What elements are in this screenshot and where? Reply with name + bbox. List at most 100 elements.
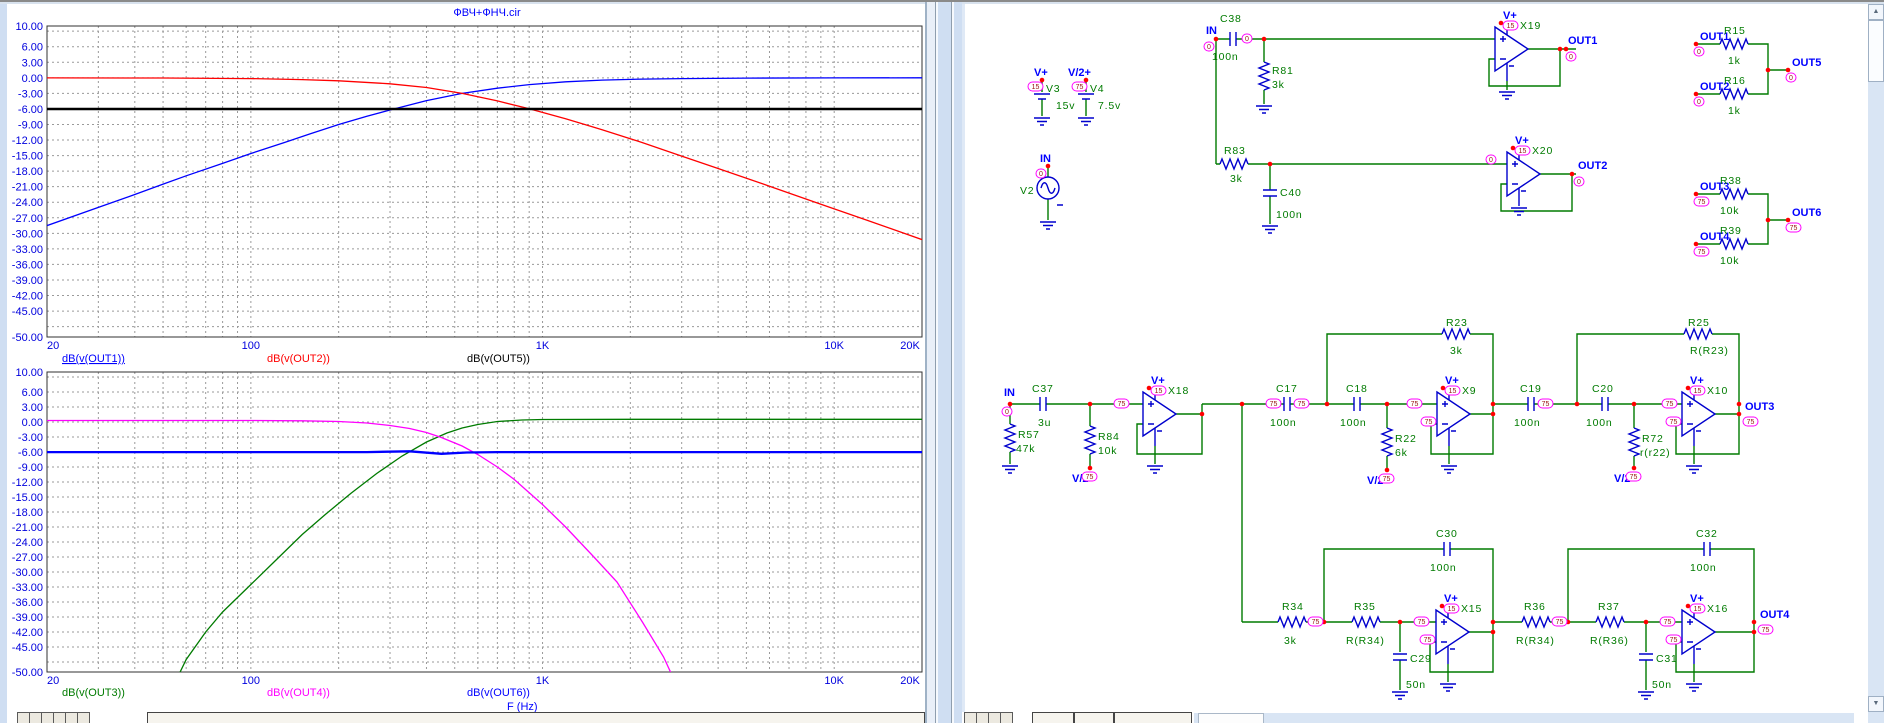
resistor-R22[interactable]: R22 6k: [1381, 427, 1417, 459]
opamp-X20[interactable]: V+ X20: [1506, 135, 1553, 207]
plot-hscrollbar[interactable]: [147, 712, 925, 723]
node-label-out2[interactable]: OUT2: [1578, 160, 1607, 172]
component-name: R34: [1282, 601, 1304, 613]
resistor-R57[interactable]: R57 47k: [1004, 423, 1040, 455]
ground-symbols: [1001, 91, 1703, 700]
capacitor-C30[interactable]: C30 100n: [1430, 528, 1458, 574]
legend-dB(v(OUT6))[interactable]: dB(v(OUT6)): [467, 687, 530, 699]
y-axis-labels: 10.00 6.00 3.00 0.00 -3.00 -6.00 -9.00 -12.00 -1…: [12, 367, 43, 679]
svg-text:0: 0: [1489, 157, 1493, 164]
schematic-page-tab[interactable]: [1032, 712, 1074, 723]
micro-cap-workspace: 10.00 6.00 3.00 0.00 -3.00 -6.00 -9.00 -12.00 -1…: [0, 0, 1884, 723]
x-axis-labels: 20 100 1K 10K 20K: [47, 340, 920, 352]
schematic-canvas[interactable]: V+ V3 15v V/2+ V4 7.5v IN V2 C38 100n IN…: [962, 4, 1868, 714]
resistor-R37[interactable]: R37 R(R36): [1590, 601, 1629, 647]
opamp-X18[interactable]: V+ X18: [1142, 375, 1189, 447]
svg-text:75: 75: [1666, 401, 1674, 408]
opamp-X19[interactable]: V+ X19: [1494, 10, 1541, 82]
schematic-bottom-bar: [962, 712, 1884, 723]
capacitor-C18[interactable]: C18 100n: [1340, 383, 1368, 429]
component-value: 3k: [1450, 345, 1463, 357]
legend-dB(v(OUT4))[interactable]: dB(v(OUT4)): [267, 687, 330, 699]
resistor-R16[interactable]: R16 1k: [1719, 75, 1749, 117]
svg-text:10.00: 10.00: [15, 367, 43, 379]
component-value: R(R36): [1590, 635, 1629, 647]
opamp-X15[interactable]: V+ X15: [1435, 593, 1482, 665]
legend-dB(v(OUT1))[interactable]: dB(v(OUT1)): [62, 353, 125, 365]
component-name: R84: [1098, 431, 1120, 443]
sine-source-V2[interactable]: IN V2: [1020, 153, 1063, 206]
legend-dB(v(OUT5))[interactable]: dB(v(OUT5)): [467, 353, 530, 365]
resistor-R83[interactable]: R83 3k: [1219, 145, 1249, 185]
node-label-out6[interactable]: OUT6: [1792, 207, 1821, 219]
capacitor-C31[interactable]: C31 50n: [1638, 653, 1678, 691]
resistor-symbol: [1258, 61, 1270, 91]
plot-scroll-button[interactable]: [77, 712, 90, 723]
capacitor-C19[interactable]: C19 100n: [1514, 383, 1542, 429]
resistor-R39[interactable]: R39 10k: [1719, 225, 1749, 267]
node-label-out1[interactable]: OUT1: [1568, 35, 1597, 47]
component-value: 100n: [1212, 51, 1239, 63]
legend-dB(v(OUT3))[interactable]: dB(v(OUT3)): [62, 687, 125, 699]
resistor-R72[interactable]: R72 r(r22): [1628, 427, 1670, 459]
window-splitter[interactable]: [925, 2, 962, 723]
resistor-symbol: [1084, 425, 1096, 455]
scroll-down-icon[interactable]: ▼: [1868, 696, 1884, 712]
svg-text:15: 15: [1155, 388, 1163, 395]
node-label-out5[interactable]: OUT5: [1792, 57, 1821, 69]
schematic-scroll-button[interactable]: [1000, 712, 1013, 723]
svg-text:1K: 1K: [536, 675, 550, 687]
resistor-R84[interactable]: R84 10k: [1084, 425, 1120, 457]
svg-text:10K: 10K: [824, 340, 844, 352]
svg-text:15: 15: [1507, 23, 1515, 30]
svg-text:20K: 20K: [900, 675, 920, 687]
component-name: V2: [1020, 185, 1034, 197]
svg-text:75: 75: [1670, 637, 1678, 644]
svg-text:-33.00: -33.00: [12, 582, 43, 594]
schematic-page-tab[interactable]: [1114, 712, 1192, 723]
component-value: 1k: [1728, 105, 1741, 117]
capacitor-C40[interactable]: C40 100n: [1262, 187, 1303, 221]
svg-text:75: 75: [1664, 619, 1672, 626]
resistor-R81[interactable]: R81 3k: [1258, 61, 1294, 91]
svg-text:-21.00: -21.00: [12, 522, 43, 534]
opamp-X16[interactable]: V+ X16: [1681, 593, 1728, 665]
capacitor-C29[interactable]: C29 50n: [1392, 653, 1432, 691]
bode-plots: 10.00 6.00 3.00 0.00 -3.00 -6.00 -9.00 -12.00 -1…: [12, 7, 923, 713]
resistor-R23[interactable]: R23 3k: [1441, 317, 1471, 357]
scroll-up-icon[interactable]: ▲: [1868, 4, 1884, 20]
svg-text:10.00: 10.00: [15, 21, 43, 33]
capacitor-C32[interactable]: C32 100n: [1690, 528, 1718, 574]
node-label-out4[interactable]: OUT4: [1760, 609, 1790, 621]
component-value: 3k: [1230, 173, 1243, 185]
component-name: C38: [1220, 13, 1242, 25]
resistor-R36[interactable]: R36 R(R34): [1516, 601, 1555, 647]
svg-text:15: 15: [1694, 606, 1702, 613]
svg-text:0: 0: [1697, 49, 1701, 56]
schematic-page-tab[interactable]: [1074, 712, 1114, 723]
node-label-in[interactable]: IN: [1004, 387, 1015, 399]
schematic-vscrollbar[interactable]: ▲ ▼: [1868, 4, 1884, 723]
opamp-X10[interactable]: V+ X10: [1681, 375, 1728, 447]
resistor-R25[interactable]: R25 R(R23): [1683, 317, 1729, 357]
resistor-symbol: [1441, 328, 1471, 340]
svg-text:75: 75: [1418, 619, 1426, 626]
component-name: C20: [1592, 383, 1614, 395]
node-label-in[interactable]: IN: [1206, 25, 1217, 37]
schematic-vscroll-thumb[interactable]: [1868, 20, 1884, 82]
resistor-R38[interactable]: R38 10k: [1719, 175, 1749, 217]
svg-text:-39.00: -39.00: [12, 612, 43, 624]
schematic-hscrollbar[interactable]: [1194, 713, 1854, 723]
resistor-R34[interactable]: R34 3k: [1277, 601, 1307, 647]
node-label-out3[interactable]: OUT3: [1745, 401, 1774, 413]
capacitor-C37[interactable]: C37 3u: [1032, 383, 1054, 429]
svg-text:75: 75: [1698, 199, 1706, 206]
svg-text:6.00: 6.00: [22, 42, 43, 54]
svg-text:75: 75: [1424, 637, 1432, 644]
resistor-R15[interactable]: R15 1k: [1719, 25, 1749, 67]
svg-text:75: 75: [1298, 401, 1306, 408]
capacitor-C20[interactable]: C20 100n: [1586, 383, 1614, 429]
schematic-hscroll-thumb[interactable]: [1198, 713, 1264, 723]
legend-dB(v(OUT2))[interactable]: dB(v(OUT2)): [267, 353, 330, 365]
resistor-R35[interactable]: R35 R(R34): [1346, 601, 1385, 647]
